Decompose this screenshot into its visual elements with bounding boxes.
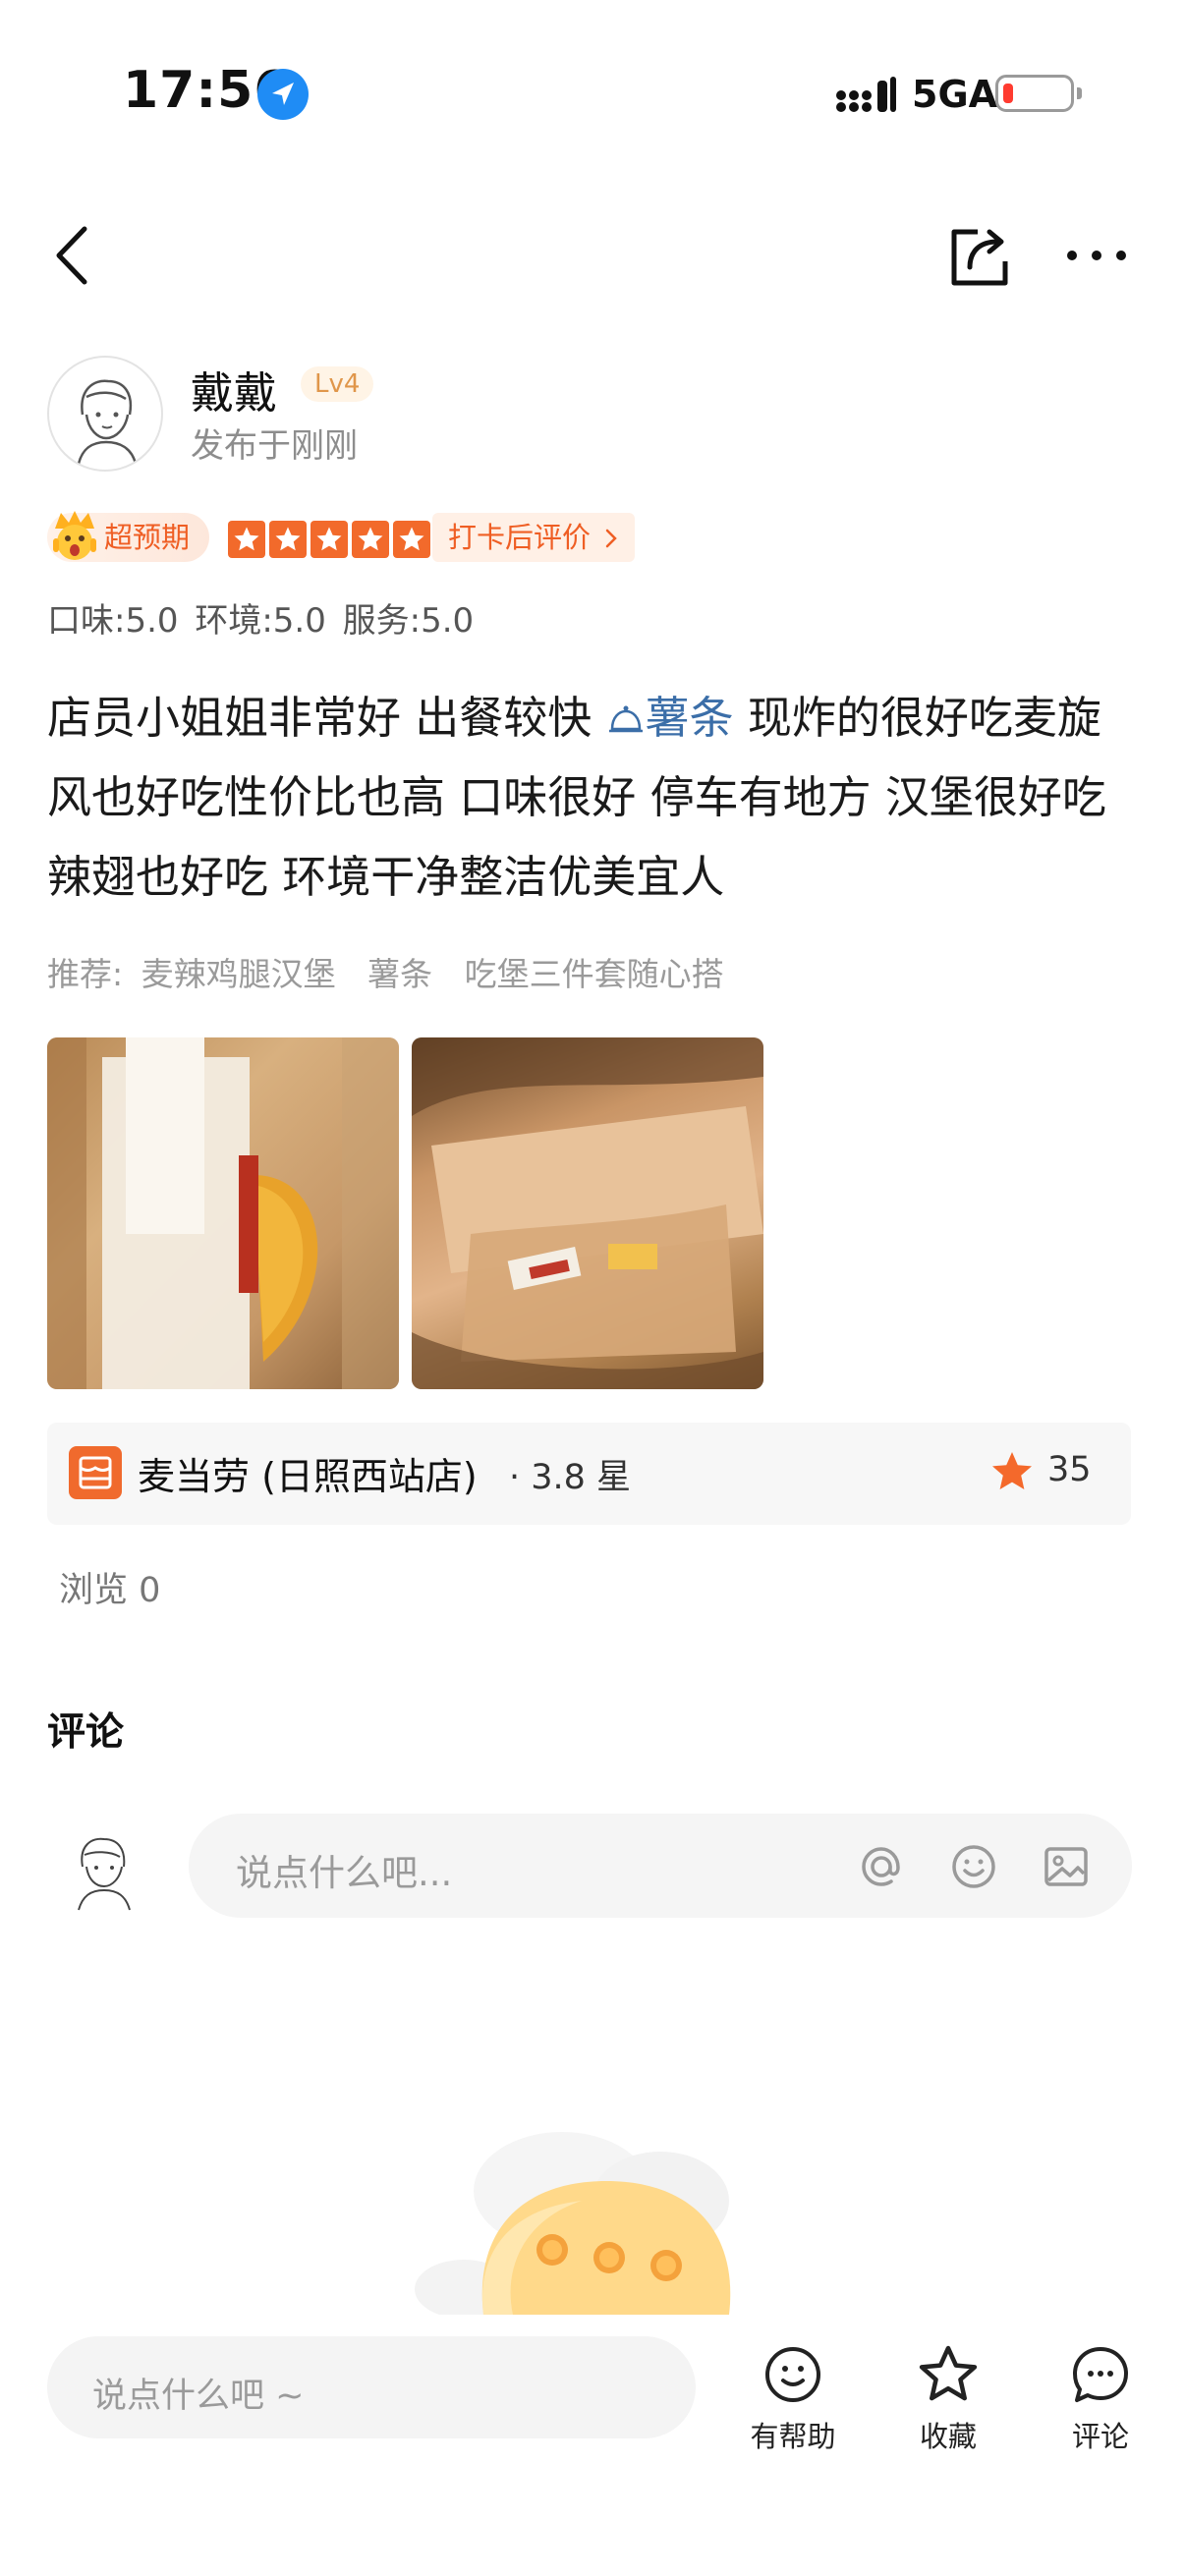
comments-title: 评论 [47,1710,125,1755]
helpful-button[interactable]: 有帮助 [734,2341,852,2459]
user-avatar [59,1825,147,1914]
review-photo-2[interactable] [412,1037,763,1389]
shop-card[interactable]: 麦当劳 (日照西站店) · 3.8 星 35 [47,1423,1131,1525]
star-icon [393,521,430,558]
star-outline-icon [919,2345,978,2401]
battery-icon [995,75,1082,112]
post-time: 发布于刚刚 [191,426,358,466]
helpful-face-icon [765,2347,820,2402]
comment-label: 评论 [1071,2420,1129,2453]
favorite-count: 35 [1047,1450,1092,1489]
recommend-item[interactable]: 薯条 [367,955,432,993]
surprised-face-icon [53,511,96,560]
avatar-face-icon [78,1837,131,1911]
review-text: 店员小姐姐非常好 出餐较快 薯条 现炸的很好吃麦旋风也好吃性价比也高 口味很好 … [47,678,1143,917]
recommend-item[interactable]: 麦辣鸡腿汉堡 [141,955,336,993]
sub-scores: 口味:5.0 环境:5.0 服务:5.0 [47,601,475,641]
comment-button[interactable]: 评论 [1042,2341,1159,2459]
more-button[interactable] [1064,236,1129,275]
star-rating [228,521,430,558]
shop-icon [69,1446,122,1499]
author-name[interactable]: 戴戴 [191,358,277,420]
location-arrow-icon [257,69,309,120]
avatar-face-icon [77,379,138,465]
review-photo-1[interactable] [47,1037,399,1389]
dish-cloche-icon [608,705,643,733]
review-text-part1: 店员小姐姐非常好 出餐较快 [47,692,606,744]
recommend-row: 推荐: 麦辣鸡腿汉堡 薯条 吃堡三件套随心搭 [47,948,746,995]
level-badge: Lv4 [301,366,374,402]
back-button[interactable] [47,221,96,290]
dish-tag-label: 薯条 [645,692,734,744]
star-icon [228,521,265,558]
checkin-label: 打卡后评价 [448,521,592,554]
avatar[interactable] [47,356,163,472]
chevron-right-icon [605,529,618,548]
share-icon [951,229,1008,286]
emoji-icon[interactable] [947,1840,1000,1893]
recommend-item[interactable]: 吃堡三件套随心搭 [465,955,724,993]
collect-label: 收藏 [919,2420,977,2453]
comment-input[interactable]: 说点什么吧... [189,1814,1132,1918]
at-icon[interactable] [855,1840,908,1893]
star-icon[interactable] [988,1448,1036,1495]
dish-tag[interactable]: 薯条 [606,692,734,744]
expectation-badge: 超预期 [47,511,210,562]
shop-name: 麦当劳 (日照西站店) [138,1455,478,1498]
star-icon [269,521,307,558]
bottom-comment-input[interactable]: 说点什么吧 ~ [47,2336,696,2438]
collect-button[interactable]: 收藏 [889,2341,1007,2459]
empty-comments-illustration [405,2122,778,2319]
star-icon [310,521,348,558]
signal-icon [835,77,896,116]
view-count: 浏览 0 [59,1571,161,1610]
comment-bubble-icon [1073,2347,1128,2402]
share-button[interactable] [948,224,1013,289]
shop-rating: · 3.8 星 [509,1458,632,1497]
comment-placeholder: 说点什么吧... [236,1852,453,1894]
bottom-placeholder: 说点什么吧 ~ [92,2377,305,2416]
checkin-review-link[interactable]: 打卡后评价 [432,513,636,562]
more-icon [1067,251,1126,260]
expectation-label: 超预期 [104,521,191,554]
recommend-label: 推荐: [47,955,124,993]
image-icon[interactable] [1040,1840,1093,1893]
chevron-left-icon [56,226,87,285]
network-type: 5GA [912,73,998,116]
star-icon [352,521,389,558]
helpful-label: 有帮助 [750,2420,836,2453]
